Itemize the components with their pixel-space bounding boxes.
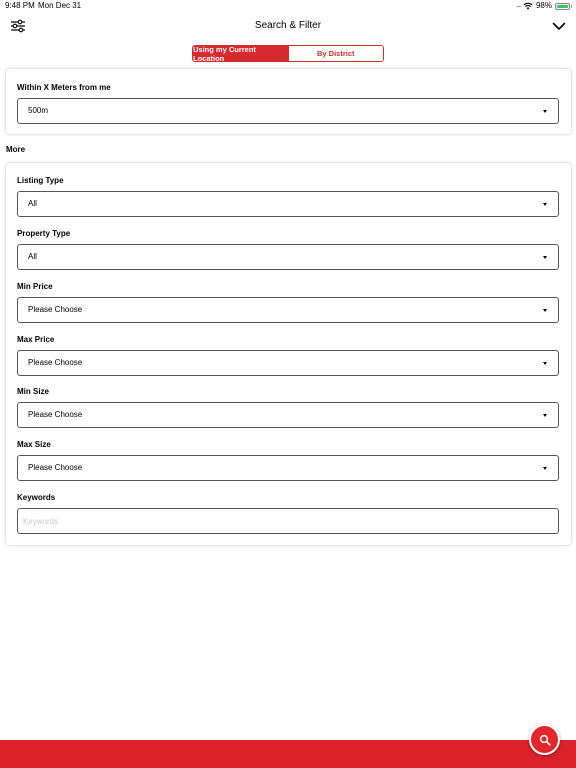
min-price-select[interactable]: Please Choose bbox=[17, 297, 559, 323]
listing-type-value: All bbox=[28, 199, 37, 208]
distance-select[interactable]: 500m bbox=[17, 98, 559, 124]
page-title: Search & Filter bbox=[254, 20, 322, 31]
chevron-down-icon[interactable] bbox=[552, 20, 566, 32]
status-indicators: .... 98% bbox=[516, 0, 572, 12]
max-size-label: Max Size bbox=[17, 440, 51, 449]
dropdown-arrow-icon bbox=[543, 414, 547, 417]
bottom-bar bbox=[0, 740, 576, 768]
dropdown-arrow-icon bbox=[543, 309, 547, 312]
search-button[interactable] bbox=[529, 724, 560, 755]
segment-by-district[interactable]: By District bbox=[287, 46, 383, 61]
dropdown-arrow-icon bbox=[543, 362, 547, 365]
min-price-label: Min Price bbox=[17, 282, 53, 291]
battery-level bbox=[557, 4, 568, 8]
max-size-value: Please Choose bbox=[28, 463, 83, 472]
listing-type-select[interactable]: All bbox=[17, 191, 559, 217]
status-bar: 9:48 PM Mon Dec 31 .... 98% bbox=[0, 0, 576, 12]
nav-bar: Search & Filter bbox=[0, 12, 576, 42]
more-heading: More bbox=[6, 145, 26, 154]
max-size-select[interactable]: Please Choose bbox=[17, 455, 559, 481]
min-size-value: Please Choose bbox=[28, 410, 83, 419]
cellular-signal-icon: .... bbox=[516, 2, 521, 9]
status-time: 9:48 PM bbox=[5, 1, 35, 10]
more-filters-card: Listing Type All Property Type All Min P… bbox=[6, 163, 571, 545]
status-date: Mon Dec 31 bbox=[38, 1, 82, 10]
distance-label: Within X Meters from me bbox=[17, 83, 111, 92]
property-type-value: All bbox=[28, 252, 37, 261]
dropdown-arrow-icon bbox=[543, 467, 547, 470]
keywords-input[interactable] bbox=[17, 508, 559, 534]
location-mode-segmented-control: Using my Current Location By District bbox=[192, 45, 384, 62]
max-price-label: Max Price bbox=[17, 335, 55, 344]
property-type-select[interactable]: All bbox=[17, 244, 559, 270]
min-size-label: Min Size bbox=[17, 387, 50, 396]
location-card: Within X Meters from me 500m bbox=[6, 69, 571, 134]
battery-percent: 98% bbox=[535, 1, 552, 10]
min-price-value: Please Choose bbox=[28, 305, 83, 314]
property-type-label: Property Type bbox=[17, 229, 71, 238]
battery-icon bbox=[555, 2, 572, 10]
wifi-icon bbox=[523, 2, 533, 10]
dropdown-arrow-icon bbox=[543, 110, 547, 113]
dropdown-arrow-icon bbox=[543, 203, 547, 206]
distance-select-value: 500m bbox=[28, 106, 49, 115]
max-price-value: Please Choose bbox=[28, 358, 83, 367]
segment-current-location[interactable]: Using my Current Location bbox=[193, 46, 288, 61]
max-price-select[interactable]: Please Choose bbox=[17, 350, 559, 376]
min-size-select[interactable]: Please Choose bbox=[17, 402, 559, 428]
search-icon bbox=[539, 734, 551, 746]
dropdown-arrow-icon bbox=[543, 256, 547, 259]
keywords-label: Keywords bbox=[17, 493, 56, 502]
listing-type-label: Listing Type bbox=[17, 176, 64, 185]
